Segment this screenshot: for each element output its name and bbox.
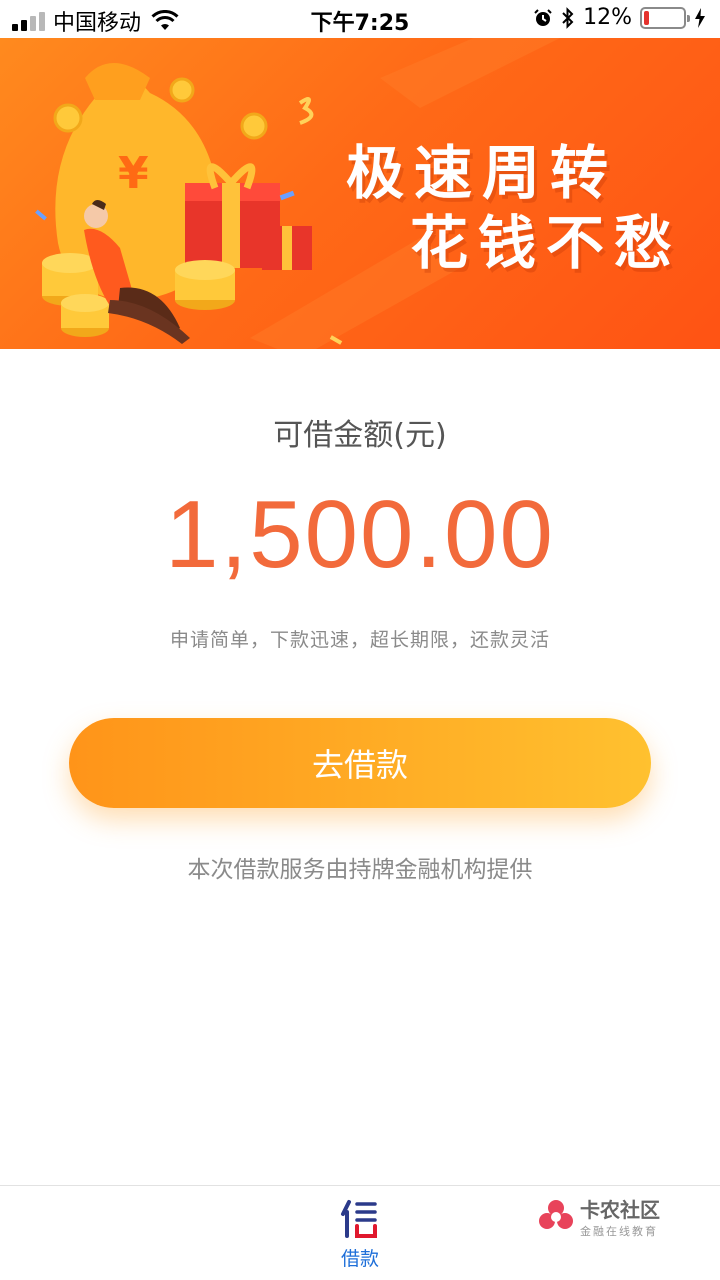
provider-disclaimer: 本次借款服务由持牌金融机构提供 <box>187 857 533 883</box>
kanong-logo-icon <box>539 1199 573 1229</box>
alarm-icon <box>534 8 552 26</box>
tab-borrow-label: 借款 <box>340 1248 379 1270</box>
borrow-button[interactable]: 去借款 <box>69 718 651 808</box>
watermark: 卡农社区 金融在线教育 <box>538 1194 660 1239</box>
battery-icon <box>640 6 690 29</box>
status-right: 12% <box>533 5 706 30</box>
battery-percent: 12% <box>583 5 632 30</box>
watermark-name: 卡农社区 <box>580 1198 660 1222</box>
tab-borrow[interactable]: 借款 <box>320 1198 400 1271</box>
charging-icon <box>695 7 705 28</box>
available-amount-value: 1,500.00 <box>165 481 555 588</box>
bluetooth-icon <box>562 6 574 29</box>
svg-text:¥: ¥ <box>118 148 149 199</box>
watermark-subtitle: 金融在线教育 <box>580 1225 658 1238</box>
available-amount-label: 可借金额(元) <box>273 418 447 453</box>
loan-features-text: 申请简单，下款迅速，超长期限，还款灵活 <box>169 629 550 651</box>
xin-logo-icon <box>341 1200 377 1238</box>
banner-headline-2: 花钱不愁 <box>409 209 682 277</box>
bottom-tab-bar: 借款 卡农社区 金融在线教育 <box>0 1185 720 1280</box>
promo-banner[interactable]: ¥ 极速周转 花钱不愁 <box>0 38 720 349</box>
status-bar: 中国移动 下午7:25 12% <box>0 0 720 38</box>
battery-fill <box>644 10 649 25</box>
